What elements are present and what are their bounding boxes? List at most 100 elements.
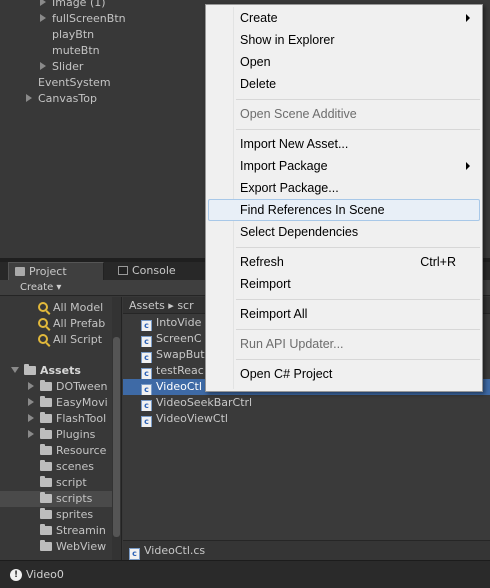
scrollbar-thumb[interactable] bbox=[113, 337, 120, 537]
folder-item[interactable]: DOTween bbox=[0, 379, 121, 395]
favorite-label: All Model bbox=[53, 301, 104, 314]
hierarchy-item[interactable]: playBtn bbox=[52, 27, 94, 43]
expand-arrow-icon[interactable] bbox=[26, 94, 32, 102]
menu-item-import-package[interactable]: Import Package bbox=[208, 155, 480, 177]
menu-item-import-new-asset[interactable]: Import New Asset... bbox=[208, 133, 480, 155]
folder-label: Resource bbox=[56, 444, 107, 457]
expand-arrow-icon[interactable] bbox=[40, 14, 46, 22]
menu-item-label: Open Scene Additive bbox=[240, 107, 357, 121]
menu-item-select-dependencies[interactable]: Select Dependencies bbox=[208, 221, 480, 243]
menu-item-label: Reimport All bbox=[240, 307, 308, 321]
menu-item-label: Create bbox=[240, 11, 278, 25]
expand-arrow-icon[interactable] bbox=[40, 0, 46, 6]
folder-item[interactable]: sprites bbox=[0, 507, 121, 523]
menu-item-label: Select Dependencies bbox=[240, 225, 359, 239]
tab-console[interactable]: Console bbox=[112, 262, 202, 280]
expand-arrow-icon[interactable] bbox=[28, 414, 34, 422]
csharp-script-icon: c bbox=[141, 368, 152, 379]
hierarchy-item[interactable]: CanvasTop bbox=[26, 91, 97, 107]
folder-icon bbox=[40, 428, 52, 439]
search-icon bbox=[38, 318, 48, 328]
folder-label: EasyMovi bbox=[56, 396, 108, 409]
menu-item-label: Show in Explorer bbox=[240, 33, 335, 47]
folder-icon bbox=[40, 380, 52, 391]
hierarchy-item[interactable]: EventSystem bbox=[38, 75, 111, 91]
menu-item-refresh[interactable]: Refresh Ctrl+R bbox=[208, 251, 480, 273]
menu-item-label: Open C# Project bbox=[240, 367, 333, 381]
menu-item-label: Find References In Scene bbox=[240, 203, 385, 217]
hierarchy-item-label: muteBtn bbox=[52, 44, 100, 57]
hierarchy-item-label: playBtn bbox=[52, 28, 95, 41]
menu-shortcut: Ctrl+R bbox=[420, 255, 456, 269]
tab-label: Project bbox=[29, 265, 67, 278]
file-label: VideoCtl bbox=[156, 380, 202, 393]
folder-item[interactable]: Resource bbox=[0, 443, 121, 459]
favorite-item[interactable]: All Model bbox=[0, 300, 121, 316]
folder-icon bbox=[40, 524, 52, 535]
menu-item-reimport-all[interactable]: Reimport All bbox=[208, 303, 480, 325]
scrollbar[interactable] bbox=[112, 297, 121, 560]
expand-arrow-icon[interactable] bbox=[28, 382, 34, 390]
file-label: SwapBut bbox=[156, 348, 205, 361]
menu-item-label: Import New Asset... bbox=[240, 137, 349, 151]
collapse-arrow-icon[interactable] bbox=[11, 367, 19, 373]
expand-arrow-icon[interactable] bbox=[28, 398, 34, 406]
csharp-script-icon: c bbox=[141, 352, 152, 363]
expand-arrow-icon[interactable] bbox=[40, 62, 46, 70]
csharp-script-icon: c bbox=[141, 384, 152, 395]
hierarchy-item[interactable]: fullScreenBtn bbox=[40, 11, 126, 27]
favorite-item[interactable]: All Prefab bbox=[0, 316, 121, 332]
folder-item[interactable]: WebView bbox=[0, 539, 121, 555]
menu-item-reimport[interactable]: Reimport bbox=[208, 273, 480, 295]
menu-separator bbox=[236, 299, 480, 300]
menu-separator bbox=[236, 129, 480, 130]
menu-separator bbox=[236, 247, 480, 248]
info-icon: ! bbox=[10, 569, 22, 581]
menu-item-export-package[interactable]: Export Package... bbox=[208, 177, 480, 199]
search-icon bbox=[38, 302, 48, 312]
assets-root[interactable]: Assets bbox=[0, 363, 121, 379]
folder-item-selected[interactable]: scripts bbox=[0, 491, 121, 507]
status-bar: ! Video0 bbox=[0, 560, 490, 588]
favorite-item[interactable]: All Script bbox=[0, 332, 121, 348]
menu-item-label: Reimport bbox=[240, 277, 291, 291]
status-text[interactable]: Video0 bbox=[26, 566, 64, 584]
file-label: VideoViewCtl bbox=[156, 412, 228, 425]
csharp-script-icon: c bbox=[141, 336, 152, 347]
folder-item[interactable]: script bbox=[0, 475, 121, 491]
context-menu: Create Show in Explorer Open Delete Open… bbox=[205, 4, 483, 392]
hierarchy-item[interactable]: Image (1) bbox=[40, 0, 106, 11]
folder-item[interactable]: scenes bbox=[0, 459, 121, 475]
menu-item-open-csharp-project[interactable]: Open C# Project bbox=[208, 363, 480, 385]
submenu-arrow-icon bbox=[466, 14, 470, 22]
expand-arrow-icon[interactable] bbox=[28, 430, 34, 438]
menu-separator bbox=[236, 99, 480, 100]
menu-item-show-in-explorer[interactable]: Show in Explorer bbox=[208, 29, 480, 51]
csharp-script-icon: c bbox=[141, 400, 152, 411]
file-label: VideoSeekBarCtrl bbox=[156, 396, 253, 409]
menu-item-delete[interactable]: Delete bbox=[208, 73, 480, 95]
file-label: ScreenC bbox=[156, 332, 202, 345]
menu-item-label: Run API Updater... bbox=[240, 337, 344, 351]
tab-project[interactable]: Project bbox=[8, 262, 104, 280]
file-item[interactable]: c VideoSeekBarCtrl bbox=[123, 395, 490, 411]
menu-item-open[interactable]: Open bbox=[208, 51, 480, 73]
folder-item[interactable]: Streamin bbox=[0, 523, 121, 539]
favorite-label: All Prefab bbox=[53, 317, 106, 330]
create-dropdown-button[interactable]: Create ▾ bbox=[14, 281, 67, 295]
menu-item-create[interactable]: Create bbox=[208, 7, 480, 29]
menu-item-find-references-in-scene[interactable]: Find References In Scene bbox=[208, 199, 480, 221]
menu-item-label: Import Package bbox=[240, 159, 328, 173]
folder-item[interactable]: Plugins bbox=[0, 427, 121, 443]
hierarchy-item[interactable]: Slider bbox=[40, 59, 83, 75]
file-item[interactable]: c VideoViewCtl bbox=[123, 411, 490, 427]
hierarchy-item[interactable]: muteBtn bbox=[52, 43, 100, 59]
folder-label: scenes bbox=[56, 460, 95, 473]
hierarchy-item-label: EventSystem bbox=[38, 76, 111, 89]
folder-icon bbox=[24, 364, 36, 375]
file-label: testReac bbox=[156, 364, 204, 377]
folder-item[interactable]: FlashTool bbox=[0, 411, 121, 427]
csharp-script-icon: c bbox=[141, 320, 152, 331]
folder-item[interactable]: EasyMovi bbox=[0, 395, 121, 411]
menu-item-label: Delete bbox=[240, 77, 277, 91]
